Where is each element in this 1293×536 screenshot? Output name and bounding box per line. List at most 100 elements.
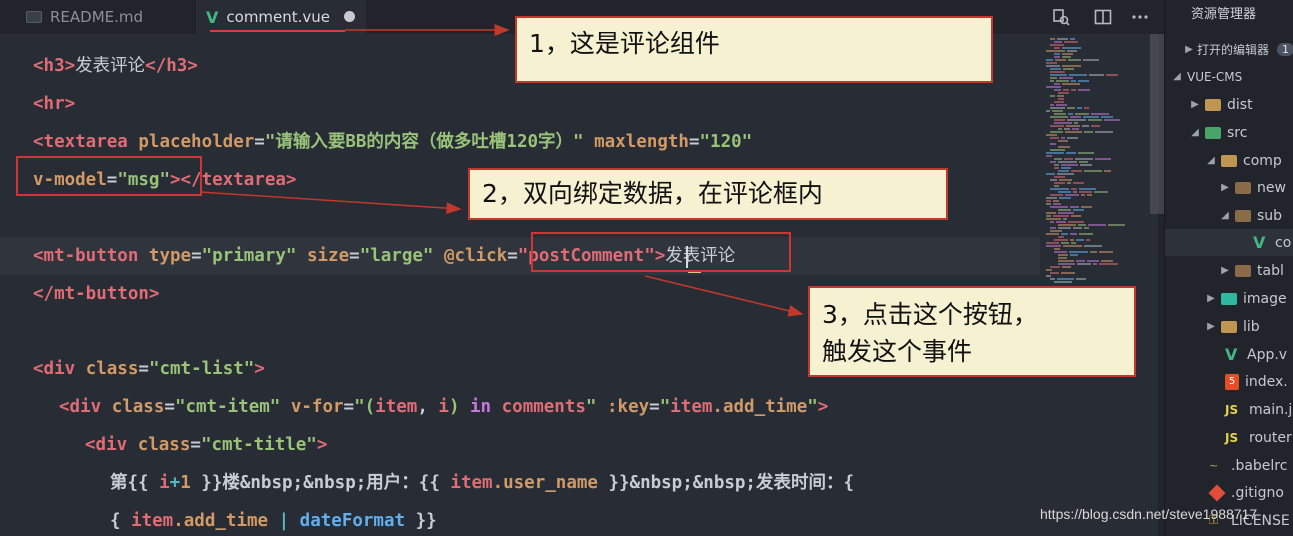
code-token: comments (491, 397, 586, 417)
code-token: :key (607, 397, 650, 417)
code-token: v-for (290, 397, 344, 417)
code-token: size (306, 246, 350, 266)
chevron-down-icon: ◢ (1221, 210, 1229, 221)
code-token: "120" (699, 132, 753, 152)
minimap-line (1050, 179, 1057, 181)
tree-item-router-js[interactable]: JS router (1165, 424, 1293, 451)
minimap-line (1068, 59, 1081, 61)
tree-item-src[interactable]: ◢ src (1165, 119, 1293, 146)
minimap-line (1067, 50, 1077, 52)
minimap[interactable] (1040, 34, 1158, 536)
minimap-line (1066, 125, 1080, 127)
minimap-line (1050, 44, 1064, 46)
tab-comment-vue[interactable]: V comment.vue (196, 0, 366, 34)
minimap-line (1054, 167, 1059, 169)
tree-item-tabbar[interactable]: ▶ tabl (1165, 257, 1293, 284)
minimap-line (1050, 161, 1056, 163)
tree-item-news[interactable]: ▶ new (1165, 174, 1293, 201)
code-line[interactable]: <hr> (0, 85, 1040, 123)
minimap-line (1058, 263, 1075, 265)
minimap-line (1058, 254, 1068, 256)
code-token: + (169, 473, 181, 493)
tree-item-components[interactable]: ◢ comp (1165, 147, 1293, 174)
minimap-line (1084, 107, 1089, 109)
chevron-right-icon: ▶ (1221, 182, 1229, 193)
minimap-line (1046, 275, 1051, 277)
highlight-box-click (531, 232, 791, 272)
minimap-line (1046, 65, 1060, 67)
tree-item-label: co (1275, 234, 1292, 251)
tree-item-images[interactable]: ▶ image (1165, 285, 1293, 312)
code-line-current[interactable]: <mt-button type="primary" size="large" @… (0, 237, 1040, 275)
annotation-note-2: 2，双向绑定数据，在评论框内 (468, 168, 948, 220)
tree-item-index-html[interactable]: 5 index. (1165, 368, 1293, 395)
minimap-line (1046, 110, 1050, 112)
minimap-line (1108, 224, 1125, 226)
minimap-line (1099, 251, 1113, 253)
minimap-line (1064, 158, 1073, 160)
minimap-line (1070, 116, 1081, 118)
minimap-line (1054, 101, 1064, 103)
split-editor-icon[interactable] (1094, 0, 1112, 34)
minimap-line (1062, 266, 1071, 268)
project-root[interactable]: ◢ VUE-CMS (1165, 63, 1293, 90)
minimap-line (1087, 194, 1092, 196)
minimap-line (1046, 155, 1052, 157)
code-line[interactable]: <div class="cmt-item" v-for="(item, i) i… (0, 388, 1040, 426)
code-token: <hr> (33, 94, 76, 114)
tree-item-comment-vue[interactable]: V co (1165, 229, 1293, 256)
minimap-line (1061, 272, 1075, 274)
file-icon (26, 11, 42, 23)
minimap-line (1063, 245, 1082, 247)
minimap-line (1046, 86, 1061, 88)
minimap-line (1068, 221, 1084, 223)
tree-item-dist[interactable]: ▶ dist (1165, 91, 1293, 118)
tree-item-gitignore[interactable]: .gitigno (1165, 479, 1293, 506)
minimap-line (1058, 224, 1076, 226)
minimap-line (1095, 158, 1111, 160)
chevron-down-icon: ◢ (1173, 71, 1181, 82)
minimap-line (1054, 185, 1059, 187)
minimap-line (1054, 176, 1065, 178)
code-line[interactable]: { item.add_time | dateFormat }} (0, 502, 1040, 536)
minimap-line (1046, 134, 1057, 136)
minimap-line (1046, 173, 1055, 175)
unsaved-dot-icon[interactable] (344, 11, 355, 22)
minimap-line (1054, 47, 1060, 49)
code-line[interactable]: 第{{ i+1 }}楼&nbsp;&nbsp;用户：{{ item.user_n… (0, 464, 1040, 502)
code-token: </h3> (145, 56, 198, 76)
tree-item-subcomponents[interactable]: ◢ sub (1165, 202, 1293, 229)
minimap-line (1046, 245, 1061, 247)
code-token: "large" (359, 246, 434, 266)
minimap-line (1050, 131, 1063, 133)
minimap-line (1070, 239, 1074, 241)
minimap-line (1058, 98, 1064, 100)
minimap-line (1058, 236, 1064, 238)
chevron-right-icon: ▶ (1207, 321, 1215, 332)
minimap-line (1091, 125, 1100, 127)
code-token: " (659, 397, 671, 417)
tree-item-main-js[interactable]: JS main.j (1165, 396, 1293, 423)
minimap-line (1046, 212, 1056, 214)
code-line[interactable]: <div class="cmt-title"> (0, 426, 1040, 464)
code-editor[interactable]: <h3>发表评论</h3> <hr> <textarea placeholder… (0, 34, 1040, 536)
minimap-line (1050, 221, 1054, 223)
vue-file-icon: V (1253, 233, 1266, 252)
code-token: , (417, 397, 439, 417)
minimap-line (1052, 110, 1063, 112)
open-changes-icon[interactable] (1052, 0, 1070, 34)
tree-item-babelrc[interactable]: ~ .babelrc (1165, 452, 1293, 479)
code-token: "cmt-title" (200, 435, 317, 455)
more-actions-icon[interactable] (1131, 0, 1149, 34)
open-editors-section[interactable]: ▶ 打开的编辑器 1 (1165, 36, 1293, 63)
tab-readme[interactable]: README.md (16, 0, 196, 34)
tree-item-label: App.v (1247, 346, 1288, 363)
minimap-line (1063, 89, 1069, 91)
highlight-box-vmodel (16, 156, 202, 196)
minimap-line (1050, 107, 1065, 109)
minimap-line (1078, 89, 1090, 91)
minimap-line (1058, 209, 1071, 211)
tree-item-app-vue[interactable]: V App.v (1165, 341, 1293, 368)
tree-item-lib[interactable]: ▶ lib (1165, 313, 1293, 340)
editor-scrollbar[interactable] (1150, 34, 1164, 214)
